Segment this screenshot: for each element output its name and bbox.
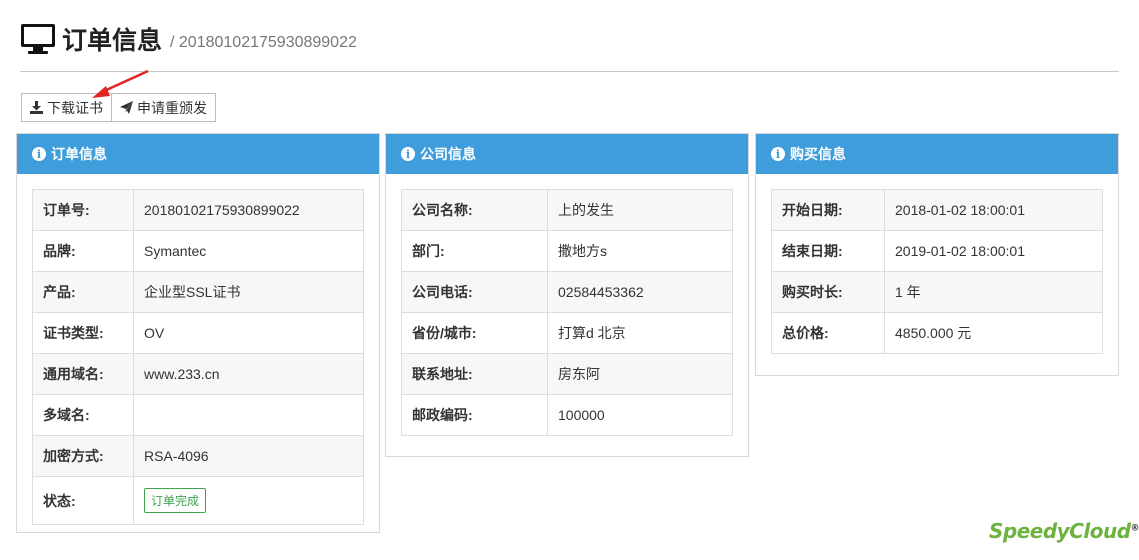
start-date-value: 2018-01-02 18:00:01 [884,189,1103,231]
purchase-info-table: 开始日期: 2018-01-02 18:00:01 结束日期: 2019-01-… [771,189,1103,354]
order-info-table: 订单号: 20180102175930899022 品牌: Symantec 产… [32,189,364,525]
table-row: 状态: 订单完成 [32,476,364,525]
company-info-panel-title: 公司信息 [420,146,476,162]
company-phone-key: 公司电话: [401,271,548,313]
total-price-value: 4850.000 元 [884,312,1103,354]
status-key: 状态: [32,476,134,525]
company-name-key: 公司名称: [401,189,548,231]
monitor-icon [21,24,55,54]
speedycloud-logo: SpeedyCloud® [989,519,1139,543]
province-city-key: 省份/城市: [401,312,548,354]
table-row: 证书类型: OV [32,312,364,354]
province-city-value: 打算d 北京 [547,312,733,354]
common-domain-value: www.233.cn [133,353,364,395]
brand-value: Symantec [133,230,364,272]
department-value: 撒地方s [547,230,733,272]
table-row: 通用域名: www.233.cn [32,353,364,395]
table-row: 产品: 企业型SSL证书 [32,271,364,313]
company-info-panel: i 公司信息 公司名称: 上的发生 部门: 撒地方s 公司电话: 0258445… [385,133,749,457]
purchase-info-panel: i 购买信息 开始日期: 2018-01-02 18:00:01 结束日期: 2… [755,133,1119,376]
info-circle-icon: i [401,147,415,161]
product-value: 企业型SSL证书 [133,271,364,313]
annotation-arrow-icon [92,69,149,98]
brand-name: SpeedyCloud [989,519,1131,543]
info-circle-icon: i [32,147,46,161]
purchase-duration-value: 1 年 [884,271,1103,313]
page-header: 订单信息 / 20180102175930899022 [20,18,357,58]
table-row: 多域名: [32,394,364,436]
table-row: 购买时长: 1 年 [771,271,1103,313]
brand-key: 品牌: [32,230,134,272]
end-date-value: 2019-01-02 18:00:01 [884,230,1103,272]
company-info-panel-heading: i 公司信息 [386,134,748,174]
order-info-panel: i 订单信息 订单号: 20180102175930899022 品牌: Sym… [16,133,380,533]
company-info-table: 公司名称: 上的发生 部门: 撒地方s 公司电话: 02584453362 省份… [401,189,733,436]
header-divider [20,71,1119,72]
paper-plane-icon [120,101,133,114]
table-row: 联系地址: 房东阿 [401,353,733,395]
order-number-value: 20180102175930899022 [133,189,364,231]
start-date-key: 开始日期: [771,189,885,231]
table-row: 邮政编码: 100000 [401,394,733,436]
company-phone-value: 02584453362 [547,271,733,313]
common-domain-key: 通用域名: [32,353,134,395]
encryption-key: 加密方式: [32,435,134,477]
multi-domain-value [133,394,364,436]
purchase-info-panel-title: 购买信息 [790,146,846,162]
table-row: 结束日期: 2019-01-02 18:00:01 [771,230,1103,272]
department-key: 部门: [401,230,548,272]
certificate-type-key: 证书类型: [32,312,134,354]
download-icon [30,101,43,114]
company-name-value: 上的发生 [547,189,733,231]
total-price-key: 总价格: [771,312,885,354]
table-row: 品牌: Symantec [32,230,364,272]
table-row: 省份/城市: 打算d 北京 [401,312,733,354]
end-date-key: 结束日期: [771,230,885,272]
certificate-type-value: OV [133,312,364,354]
table-row: 开始日期: 2018-01-02 18:00:01 [771,189,1103,231]
table-row: 加密方式: RSA-4096 [32,435,364,477]
product-key: 产品: [32,271,134,313]
contact-address-value: 房东阿 [547,353,733,395]
postal-code-key: 邮政编码: [401,394,548,436]
table-row: 公司电话: 02584453362 [401,271,733,313]
info-circle-icon: i [771,147,785,161]
order-info-panel-title: 订单信息 [51,146,107,162]
order-number-key: 订单号: [32,189,134,231]
status-badge: 订单完成 [144,488,207,513]
purchase-duration-key: 购买时长: [771,271,885,313]
order-info-panel-heading: i 订单信息 [17,134,379,174]
purchase-info-panel-heading: i 购买信息 [756,134,1118,174]
table-row: 部门: 撒地方s [401,230,733,272]
table-row: 公司名称: 上的发生 [401,189,733,231]
table-row: 订单号: 20180102175930899022 [32,189,364,231]
order-number-subtitle: / 20180102175930899022 [170,34,357,51]
contact-address-key: 联系地址: [401,353,548,395]
postal-code-value: 100000 [547,394,733,436]
table-row: 总价格: 4850.000 元 [771,312,1103,354]
page-title: 订单信息 [62,27,163,55]
registered-mark: ® [1130,523,1139,534]
multi-domain-key: 多域名: [32,394,134,436]
encryption-value: RSA-4096 [133,435,364,477]
